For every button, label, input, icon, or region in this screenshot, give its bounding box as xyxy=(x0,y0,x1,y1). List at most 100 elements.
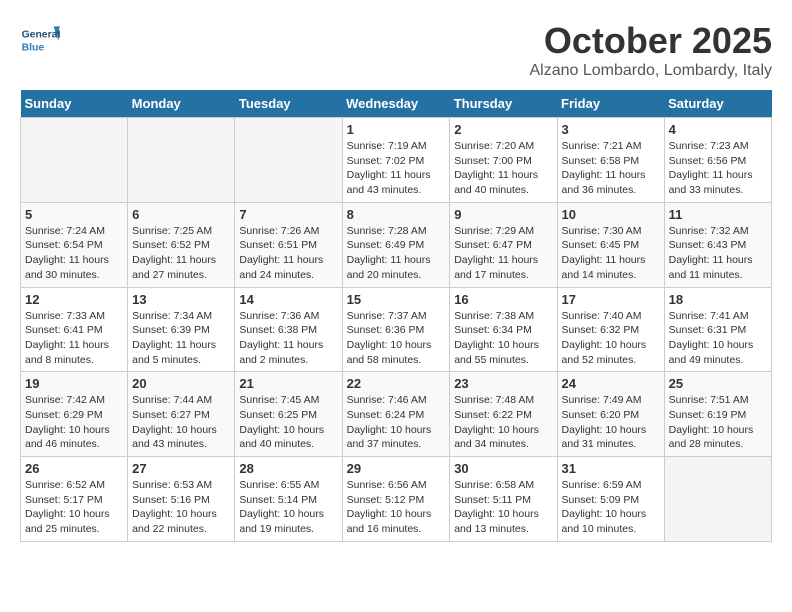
calendar-cell: 29 Sunrise: 6:56 AM Sunset: 5:12 PM Dayli… xyxy=(342,457,450,542)
calendar-cell: 20 Sunrise: 7:44 AM Sunset: 6:27 PM Dayli… xyxy=(128,372,235,457)
day-number: 7 xyxy=(239,207,337,222)
page-container: General Blue October 2025 Alzano Lombard… xyxy=(20,20,772,542)
day-info: Sunrise: 7:23 AM Sunset: 6:56 PM Dayligh… xyxy=(669,139,767,198)
day-info: Sunrise: 6:56 AM Sunset: 5:12 PM Dayligh… xyxy=(347,478,446,537)
day-number: 23 xyxy=(454,376,552,391)
calendar-cell: 12 Sunrise: 7:33 AM Sunset: 6:41 PM Dayli… xyxy=(21,287,128,372)
day-info: Sunrise: 7:20 AM Sunset: 7:00 PM Dayligh… xyxy=(454,139,552,198)
day-info: Sunrise: 7:21 AM Sunset: 6:58 PM Dayligh… xyxy=(562,139,660,198)
day-info: Sunrise: 7:46 AM Sunset: 6:24 PM Dayligh… xyxy=(347,393,446,452)
calendar-cell: 26Sunrise: 6:52 AM Sunset: 5:17 PM Dayli… xyxy=(21,457,128,542)
day-info: Sunrise: 7:34 AM Sunset: 6:39 PM Dayligh… xyxy=(132,309,230,368)
calendar-cell: 16 Sunrise: 7:38 AM Sunset: 6:34 PM Dayli… xyxy=(450,287,557,372)
day-number: 18 xyxy=(669,292,767,307)
day-number: 29 xyxy=(347,461,446,476)
header-wednesday: Wednesday xyxy=(342,90,450,118)
calendar-cell: 14 Sunrise: 7:36 AM Sunset: 6:38 PM Dayli… xyxy=(235,287,342,372)
day-info: Sunrise: 6:59 AM Sunset: 5:09 PM Dayligh… xyxy=(562,478,660,537)
calendar-cell: 8 Sunrise: 7:28 AM Sunset: 6:49 PM Daylig… xyxy=(342,202,450,287)
calendar-cell: 27Sunrise: 6:53 AM Sunset: 5:16 PM Dayli… xyxy=(128,457,235,542)
day-number: 21 xyxy=(239,376,337,391)
calendar-table: Sunday Monday Tuesday Wednesday Thursday… xyxy=(20,90,772,542)
day-number: 3 xyxy=(562,122,660,137)
day-number: 24 xyxy=(562,376,660,391)
day-info: Sunrise: 7:26 AM Sunset: 6:51 PM Dayligh… xyxy=(239,224,337,283)
calendar-cell: 28Sunrise: 6:55 AM Sunset: 5:14 PM Dayli… xyxy=(235,457,342,542)
day-info: Sunrise: 7:48 AM Sunset: 6:22 PM Dayligh… xyxy=(454,393,552,452)
calendar-cell: 5 Sunrise: 7:24 AM Sunset: 6:54 PM Daylig… xyxy=(21,202,128,287)
day-info: Sunrise: 7:40 AM Sunset: 6:32 PM Dayligh… xyxy=(562,309,660,368)
day-info: Sunrise: 6:52 AM Sunset: 5:17 PM Dayligh… xyxy=(25,478,123,537)
calendar-cell: 17 Sunrise: 7:40 AM Sunset: 6:32 PM Dayli… xyxy=(557,287,664,372)
day-number: 5 xyxy=(25,207,123,222)
calendar-cell xyxy=(21,118,128,203)
calendar-cell: 6 Sunrise: 7:25 AM Sunset: 6:52 PM Daylig… xyxy=(128,202,235,287)
calendar-cell: 21 Sunrise: 7:45 AM Sunset: 6:25 PM Dayli… xyxy=(235,372,342,457)
day-number: 25 xyxy=(669,376,767,391)
calendar-cell: 13Sunrise: 7:34 AM Sunset: 6:39 PM Dayli… xyxy=(128,287,235,372)
day-number: 14 xyxy=(239,292,337,307)
day-info: Sunrise: 7:29 AM Sunset: 6:47 PM Dayligh… xyxy=(454,224,552,283)
calendar-week-row: 5 Sunrise: 7:24 AM Sunset: 6:54 PM Daylig… xyxy=(21,202,772,287)
logo-icon: General Blue xyxy=(20,20,60,60)
day-info: Sunrise: 7:45 AM Sunset: 6:25 PM Dayligh… xyxy=(239,393,337,452)
calendar-cell: 15 Sunrise: 7:37 AM Sunset: 6:36 PM Dayli… xyxy=(342,287,450,372)
day-number: 17 xyxy=(562,292,660,307)
day-info: Sunrise: 7:25 AM Sunset: 6:52 PM Dayligh… xyxy=(132,224,230,283)
day-info: Sunrise: 7:36 AM Sunset: 6:38 PM Dayligh… xyxy=(239,309,337,368)
calendar-cell: 1Sunrise: 7:19 AM Sunset: 7:02 PM Daylig… xyxy=(342,118,450,203)
day-info: Sunrise: 7:49 AM Sunset: 6:20 PM Dayligh… xyxy=(562,393,660,452)
calendar-cell: 9 Sunrise: 7:29 AM Sunset: 6:47 PM Daylig… xyxy=(450,202,557,287)
day-info: Sunrise: 7:24 AM Sunset: 6:54 PM Dayligh… xyxy=(25,224,123,283)
calendar-cell xyxy=(664,457,771,542)
svg-text:General: General xyxy=(22,30,60,41)
logo: General Blue xyxy=(20,20,64,60)
day-number: 31 xyxy=(562,461,660,476)
day-number: 2 xyxy=(454,122,552,137)
header-tuesday: Tuesday xyxy=(235,90,342,118)
day-number: 8 xyxy=(347,207,446,222)
day-number: 12 xyxy=(25,292,123,307)
calendar-cell: 18Sunrise: 7:41 AM Sunset: 6:31 PM Dayli… xyxy=(664,287,771,372)
calendar-week-row: 19Sunrise: 7:42 AM Sunset: 6:29 PM Dayli… xyxy=(21,372,772,457)
day-number: 4 xyxy=(669,122,767,137)
day-info: Sunrise: 7:51 AM Sunset: 6:19 PM Dayligh… xyxy=(669,393,767,452)
calendar-cell: 3 Sunrise: 7:21 AM Sunset: 6:58 PM Daylig… xyxy=(557,118,664,203)
day-info: Sunrise: 6:55 AM Sunset: 5:14 PM Dayligh… xyxy=(239,478,337,537)
header-friday: Friday xyxy=(557,90,664,118)
calendar-cell: 7 Sunrise: 7:26 AM Sunset: 6:51 PM Daylig… xyxy=(235,202,342,287)
calendar-cell: 30Sunrise: 6:58 AM Sunset: 5:11 PM Dayli… xyxy=(450,457,557,542)
calendar-cell: 10 Sunrise: 7:30 AM Sunset: 6:45 PM Dayli… xyxy=(557,202,664,287)
day-number: 15 xyxy=(347,292,446,307)
day-number: 9 xyxy=(454,207,552,222)
calendar-cell: 19Sunrise: 7:42 AM Sunset: 6:29 PM Dayli… xyxy=(21,372,128,457)
day-info: Sunrise: 7:44 AM Sunset: 6:27 PM Dayligh… xyxy=(132,393,230,452)
calendar-week-row: 26Sunrise: 6:52 AM Sunset: 5:17 PM Dayli… xyxy=(21,457,772,542)
day-number: 20 xyxy=(132,376,230,391)
day-number: 10 xyxy=(562,207,660,222)
svg-text:Blue: Blue xyxy=(22,42,45,53)
day-info: Sunrise: 7:30 AM Sunset: 6:45 PM Dayligh… xyxy=(562,224,660,283)
day-number: 19 xyxy=(25,376,123,391)
day-info: Sunrise: 7:33 AM Sunset: 6:41 PM Dayligh… xyxy=(25,309,123,368)
day-number: 16 xyxy=(454,292,552,307)
day-number: 6 xyxy=(132,207,230,222)
day-number: 1 xyxy=(347,122,446,137)
calendar-cell xyxy=(128,118,235,203)
day-number: 11 xyxy=(669,207,767,222)
weekday-header-row: Sunday Monday Tuesday Wednesday Thursday… xyxy=(21,90,772,118)
day-info: Sunrise: 7:28 AM Sunset: 6:49 PM Dayligh… xyxy=(347,224,446,283)
location: Alzano Lombardo, Lombardy, Italy xyxy=(530,62,773,80)
calendar-cell: 25 Sunrise: 7:51 AM Sunset: 6:19 PM Dayli… xyxy=(664,372,771,457)
day-info: Sunrise: 7:37 AM Sunset: 6:36 PM Dayligh… xyxy=(347,309,446,368)
day-number: 22 xyxy=(347,376,446,391)
day-number: 27 xyxy=(132,461,230,476)
header: General Blue October 2025 Alzano Lombard… xyxy=(20,20,772,80)
calendar-cell xyxy=(235,118,342,203)
month-title: October 2025 xyxy=(530,20,773,62)
day-info: Sunrise: 7:38 AM Sunset: 6:34 PM Dayligh… xyxy=(454,309,552,368)
calendar-cell: 23 Sunrise: 7:48 AM Sunset: 6:22 PM Dayli… xyxy=(450,372,557,457)
calendar-week-row: 1Sunrise: 7:19 AM Sunset: 7:02 PM Daylig… xyxy=(21,118,772,203)
header-thursday: Thursday xyxy=(450,90,557,118)
header-saturday: Saturday xyxy=(664,90,771,118)
